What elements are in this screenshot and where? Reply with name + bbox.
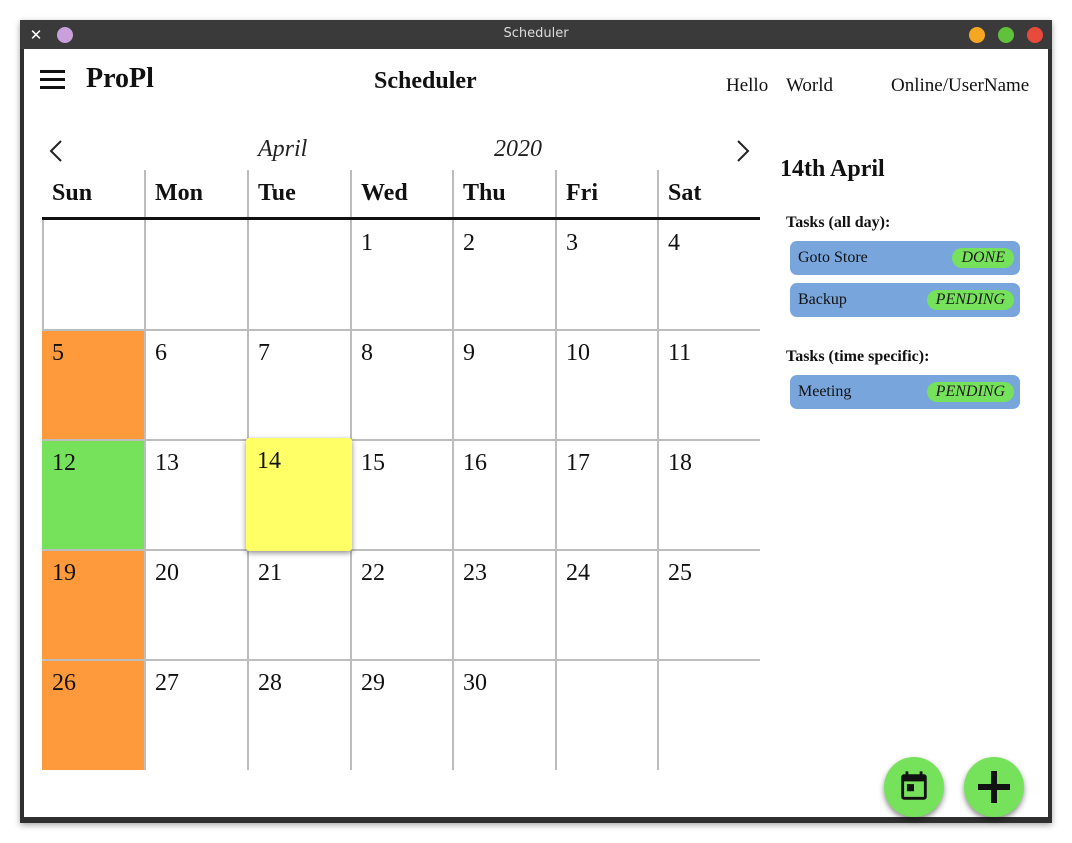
status-badge: DONE (952, 248, 1014, 268)
user-status: Online/UserName (891, 75, 1030, 96)
weekday-header: Fri (566, 180, 598, 206)
day-cell-18[interactable]: 18 (658, 440, 760, 550)
day-cell-5[interactable]: 5 (42, 330, 145, 440)
day-cell-24[interactable]: 24 (556, 550, 658, 660)
chevron-left-icon[interactable] (44, 137, 68, 165)
day-cell-28[interactable]: 28 (248, 660, 351, 770)
timed-tasks-title: Tasks (time specific): (786, 348, 930, 365)
app-window: ✕ Scheduler ProPl Scheduler Hello World … (20, 20, 1052, 823)
day-cell-27[interactable]: 27 (145, 660, 248, 770)
hamburger-menu-icon[interactable] (40, 70, 65, 90)
weekday-header: Mon (155, 180, 203, 206)
grid-line (42, 549, 760, 551)
grid-line (42, 439, 760, 441)
grid-line (555, 170, 557, 770)
hello-label: Hello (726, 75, 769, 96)
grid-line (42, 329, 760, 331)
grid-line (42, 659, 760, 661)
grid-line (452, 170, 454, 770)
day-cell-23[interactable]: 23 (453, 550, 556, 660)
page-title: Scheduler (374, 68, 477, 94)
grid-line (42, 218, 44, 330)
weekday-header: Sat (668, 180, 702, 206)
minimize-button[interactable] (969, 27, 985, 43)
header-divider (42, 217, 760, 220)
grid-line (144, 170, 146, 770)
day-cell-21[interactable]: 21 (248, 550, 351, 660)
day-cell-12[interactable]: 12 (42, 440, 145, 550)
day-cell-25[interactable]: 25 (658, 550, 760, 660)
month-label: April (258, 136, 308, 162)
day-cell-22[interactable]: 22 (351, 550, 453, 660)
day-cell-7[interactable]: 7 (248, 330, 351, 440)
day-cell-4[interactable]: 4 (658, 220, 760, 330)
day-cell-14[interactable]: 14 (246, 438, 352, 551)
maximize-button[interactable] (998, 27, 1014, 43)
grid-line (657, 170, 659, 770)
empty-day-cell (42, 220, 145, 330)
selected-date-title: 14th April (780, 156, 885, 182)
day-cell-17[interactable]: 17 (556, 440, 658, 550)
day-cell-30[interactable]: 30 (453, 660, 556, 770)
day-cell-13[interactable]: 13 (145, 440, 248, 550)
world-label: World (786, 75, 834, 96)
day-cell-15[interactable]: 15 (351, 440, 453, 550)
weekday-header: Thu (463, 180, 506, 206)
chevron-right-icon[interactable] (731, 137, 755, 165)
empty-day-cell (145, 220, 248, 330)
day-cell-3[interactable]: 3 (556, 220, 658, 330)
task-item[interactable]: Backup PENDING (790, 283, 1020, 317)
status-badge: PENDING (926, 382, 1014, 402)
task-name: Goto Store (798, 249, 868, 266)
close-button[interactable] (1027, 27, 1043, 43)
day-cell-8[interactable]: 8 (351, 330, 453, 440)
day-cell-1[interactable]: 1 (351, 220, 453, 330)
add-task-fab-button[interactable] (964, 757, 1024, 817)
day-cell-9[interactable]: 9 (453, 330, 556, 440)
empty-day-cell (556, 660, 658, 770)
day-cell-2[interactable]: 2 (453, 220, 556, 330)
task-item[interactable]: Meeting PENDING (790, 375, 1020, 409)
calendar-event-icon (901, 771, 927, 800)
day-cell-16[interactable]: 16 (453, 440, 556, 550)
title-bar: ✕ Scheduler (20, 20, 1052, 49)
app-content: ProPl Scheduler Hello World Online/UserN… (24, 49, 1048, 817)
empty-day-cell (248, 220, 351, 330)
task-name: Meeting (798, 383, 852, 400)
all-day-tasks-title: Tasks (all day): (786, 214, 891, 231)
plus-icon (978, 771, 1010, 803)
day-cell-19[interactable]: 19 (42, 550, 145, 660)
weekday-header: Wed (361, 180, 408, 206)
calendar-fab-button[interactable] (884, 757, 944, 817)
empty-day-cell (658, 660, 760, 770)
window-title: Scheduler (503, 26, 569, 41)
day-cell-11[interactable]: 11 (658, 330, 760, 440)
weekday-header: Tue (258, 180, 296, 206)
day-cell-10[interactable]: 10 (556, 330, 658, 440)
day-cell-26[interactable]: 26 (42, 660, 145, 770)
weekday-header: Sun (52, 180, 93, 206)
day-cell-20[interactable]: 20 (145, 550, 248, 660)
app-name: ProPl (86, 63, 154, 94)
status-badge: PENDING (926, 290, 1014, 310)
day-cell-29[interactable]: 29 (351, 660, 453, 770)
task-item[interactable]: Goto Store DONE (790, 241, 1020, 275)
task-name: Backup (798, 291, 847, 308)
year-label: 2020 (494, 136, 542, 162)
calendar-grid: Sun Mon Tue Wed Thu Fri Sat 1 2 3 4 5 6 7 8 9 10 11 12 13 15… (42, 170, 760, 770)
day-cell-6[interactable]: 6 (145, 330, 248, 440)
